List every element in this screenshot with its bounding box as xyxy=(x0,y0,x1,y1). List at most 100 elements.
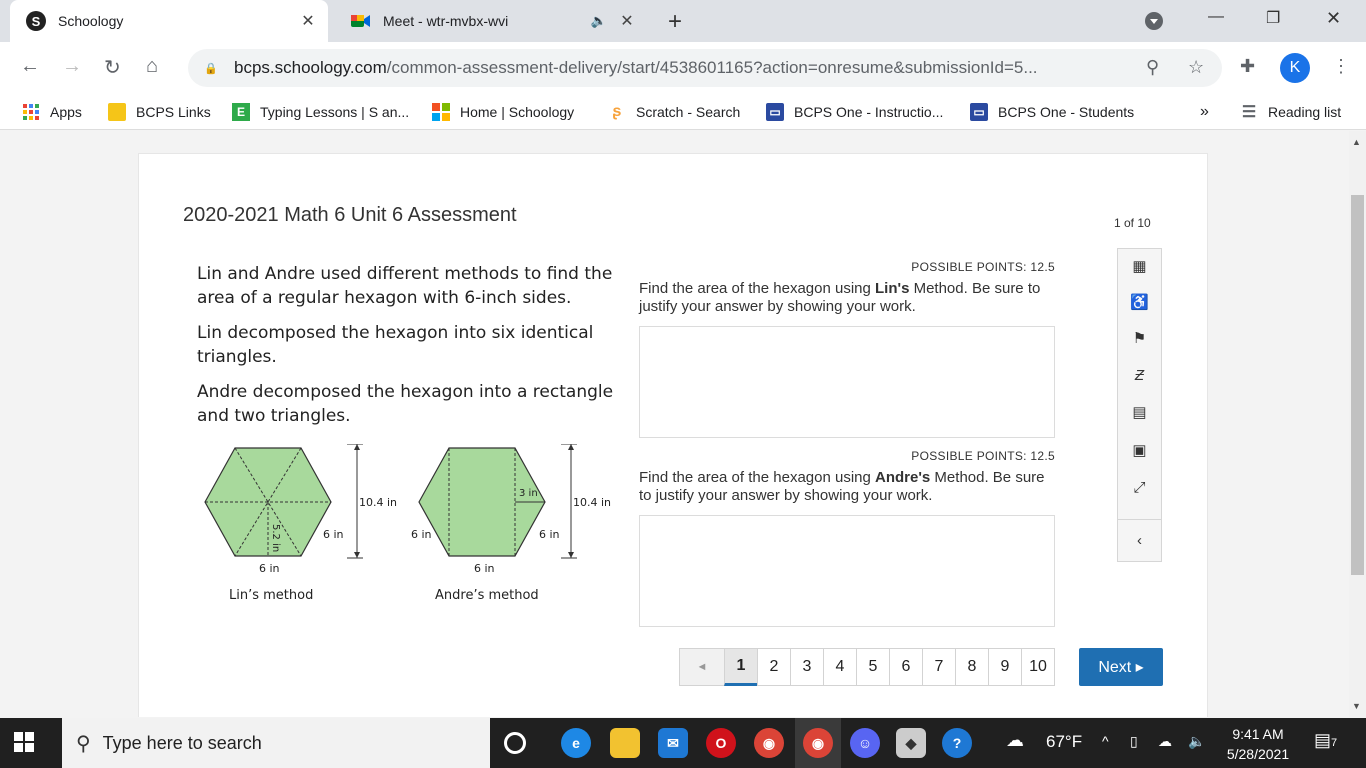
arrow-head xyxy=(354,444,360,450)
stem-paragraph: Lin and Andre used different methods to … xyxy=(197,264,613,308)
tab-schoology[interactable]: S Schoology ✕ xyxy=(10,0,328,42)
lock-icon: 🔒 xyxy=(204,63,218,75)
microsoft-logo-icon xyxy=(432,103,450,121)
question-prompt: Find the area of the hexagon using Lin's… xyxy=(639,280,1055,316)
calculator-icon[interactable]: ▤ xyxy=(1118,403,1161,421)
folder-icon xyxy=(108,103,126,121)
tab-search-icon[interactable] xyxy=(1144,11,1164,36)
question-stem: Lin and Andre used different methods to … xyxy=(197,262,617,439)
bookmark-scratch[interactable]: ʂ Scratch - Search xyxy=(608,103,741,121)
bookmark-bcps-links[interactable]: BCPS Links xyxy=(108,103,211,121)
page-6-button[interactable]: 6 xyxy=(889,648,923,686)
lin-side-label: 6 in xyxy=(323,528,344,541)
scroll-down-icon[interactable]: ▼ xyxy=(1352,701,1361,711)
andre-tri-height-label: 3 in xyxy=(519,488,538,499)
volume-icon[interactable]: 🔈 xyxy=(1188,733,1205,750)
clear-formatting-icon[interactable]: Ƶ xyxy=(1118,367,1161,384)
page-8-button[interactable]: 8 xyxy=(955,648,989,686)
chrome-icon[interactable]: ◉ xyxy=(754,728,784,758)
andre-base-label: 6 in xyxy=(474,562,495,575)
taskbar-search-box[interactable]: ⚲ Type here to search xyxy=(62,718,490,768)
bookmark-bcps-one-instruction[interactable]: ▭ BCPS One - Instructio... xyxy=(766,103,943,121)
help-icon[interactable]: ? xyxy=(942,728,972,758)
answer-box[interactable] xyxy=(639,515,1055,627)
page-5-button[interactable]: 5 xyxy=(856,648,890,686)
zoom-search-icon[interactable]: ⚲ xyxy=(1146,57,1159,78)
page-4-button[interactable]: 4 xyxy=(823,648,857,686)
minimize-icon[interactable]: ― xyxy=(1208,8,1224,26)
forward-icon[interactable]: → xyxy=(62,55,82,78)
bookmark-apps[interactable]: Apps xyxy=(22,103,82,121)
page-1-button[interactable]: 1 xyxy=(724,648,758,686)
extensions-puzzle-icon[interactable]: ✚ xyxy=(1240,56,1255,77)
assessment-card: 2020-2021 Math 6 Unit 6 Assessment 1 of … xyxy=(138,153,1208,717)
page-2-button[interactable]: 2 xyxy=(757,648,791,686)
reload-icon[interactable]: ↻ xyxy=(104,55,121,80)
roblox-icon[interactable]: ◆ xyxy=(896,728,926,758)
page-9-button[interactable]: 9 xyxy=(988,648,1022,686)
scroll-up-icon[interactable]: ▲ xyxy=(1352,137,1361,147)
collapse-chevron-icon[interactable]: ‹ xyxy=(1118,532,1161,549)
close-icon[interactable]: ✕ xyxy=(296,11,320,31)
bookmark-bcps-one-students[interactable]: ▭ BCPS One - Students xyxy=(970,103,1134,121)
notepad-icon[interactable]: ▣ xyxy=(1118,441,1161,459)
url-path: /common-assessment-delivery/start/453860… xyxy=(386,58,1038,77)
assessment-title: 2020-2021 Math 6 Unit 6 Assessment xyxy=(183,204,517,226)
page-7-button[interactable]: 7 xyxy=(922,648,956,686)
profile-avatar[interactable]: K xyxy=(1280,53,1310,83)
fullscreen-icon[interactable]: ⤢ xyxy=(1118,479,1161,496)
more-menu-icon[interactable]: ⋮ xyxy=(1332,56,1350,77)
search-placeholder: Type here to search xyxy=(102,732,262,753)
bookmarks-overflow-icon[interactable]: » xyxy=(1200,103,1209,121)
system-clock[interactable]: 9:41 AM 5/28/2021 xyxy=(1222,724,1294,764)
back-icon[interactable]: ← xyxy=(20,55,40,78)
device-icon[interactable]: ▯ xyxy=(1130,733,1138,750)
weather-cloud-icon[interactable]: ☁ xyxy=(1006,730,1024,751)
next-button[interactable]: Next ▸ xyxy=(1079,648,1163,686)
arrow-head xyxy=(568,552,574,558)
calendar-icon[interactable]: ▦ xyxy=(1118,257,1161,275)
show-hidden-icons[interactable]: ^ xyxy=(1102,733,1109,749)
accessibility-icon[interactable]: ♿ xyxy=(1118,293,1161,311)
bookmark-label: Apps xyxy=(50,104,82,120)
home-icon[interactable]: ⌂ xyxy=(146,55,158,78)
opera-icon[interactable]: O xyxy=(706,728,736,758)
bookmarks-bar: Apps BCPS Links E Typing Lessons | S an.… xyxy=(0,94,1366,130)
weather-temp[interactable]: 67°F xyxy=(1046,732,1082,752)
mail-icon[interactable]: ✉ xyxy=(658,728,688,758)
scroll-thumb[interactable] xyxy=(1351,195,1364,575)
bookmark-star-icon[interactable]: ☆ xyxy=(1188,57,1204,78)
notification-center-icon[interactable]: ▤7 xyxy=(1314,730,1337,751)
url-text[interactable]: bcps.schoology.com/common-assessment-del… xyxy=(234,58,1124,78)
bookmark-typing-lessons[interactable]: E Typing Lessons | S an... xyxy=(232,103,409,121)
tab-meet[interactable]: Meet - wtr-mvbx-wvi 🔈 ✕ xyxy=(335,0,647,42)
address-bar[interactable]: 🔒 bcps.schoology.com/common-assessment-d… xyxy=(188,49,1222,87)
prompt-bold: Lin's xyxy=(875,280,910,297)
bookmark-home-schoology[interactable]: Home | Schoology xyxy=(432,103,574,121)
cortana-icon[interactable] xyxy=(504,732,526,754)
tools-sidebar: ▦ ♿ ⚑ Ƶ ▤ ▣ ⤢ ‹ xyxy=(1117,248,1162,562)
page-scrollbar[interactable]: ▲ ▼ xyxy=(1349,131,1366,717)
discord-icon[interactable]: ☺ xyxy=(850,728,880,758)
file-explorer-icon[interactable] xyxy=(610,728,640,758)
new-tab-icon[interactable]: + xyxy=(668,8,682,36)
flag-icon[interactable]: ⚑ xyxy=(1118,329,1161,347)
bcps-one-icon: ▭ xyxy=(766,103,784,121)
answer-box[interactable] xyxy=(639,326,1055,438)
page-10-button[interactable]: 10 xyxy=(1021,648,1055,686)
close-icon[interactable]: ✕ xyxy=(615,11,639,31)
windows-start-icon[interactable] xyxy=(14,732,34,758)
network-icon[interactable]: ☁ xyxy=(1158,733,1172,750)
edge-icon[interactable]: e xyxy=(561,728,591,758)
window-close-icon[interactable]: ✕ xyxy=(1326,8,1341,29)
reading-list-button[interactable]: ☰ Reading list xyxy=(1240,103,1341,121)
prompt-bold: Andre's xyxy=(875,469,931,486)
maximize-icon[interactable]: ❐ xyxy=(1266,8,1280,28)
prompt-text: Find the area of the hexagon using xyxy=(639,469,876,486)
prev-page-button[interactable]: ◄ xyxy=(679,648,725,686)
chrome-profile-icon[interactable]: ◉ xyxy=(803,728,833,758)
speaker-mute-icon[interactable]: 🔈 xyxy=(591,13,607,29)
clock-date: 5/28/2021 xyxy=(1226,746,1290,762)
andre-left-side-label: 6 in xyxy=(411,528,432,541)
page-3-button[interactable]: 3 xyxy=(790,648,824,686)
